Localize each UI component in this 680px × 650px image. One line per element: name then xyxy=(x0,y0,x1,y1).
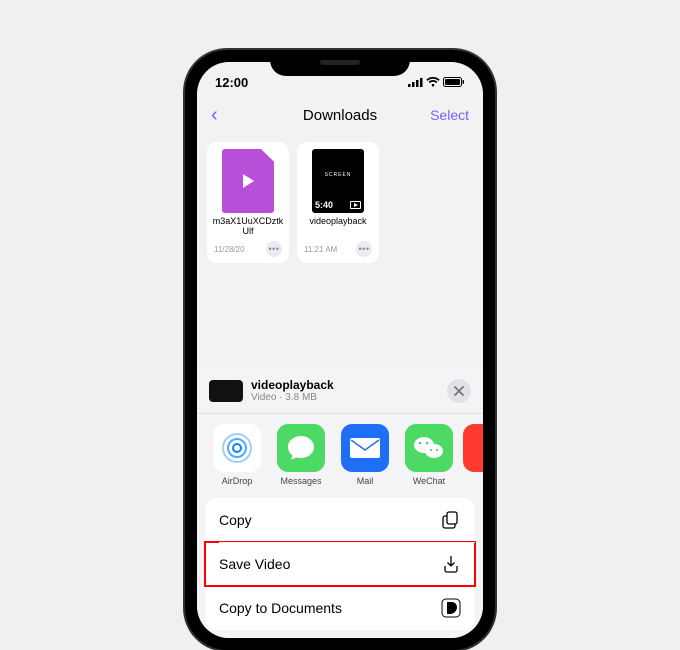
status-indicators xyxy=(408,77,465,87)
status-time: 12:00 xyxy=(215,75,248,90)
file-date: 11/28/20 xyxy=(214,245,245,254)
app-label: AirDrop xyxy=(207,476,267,486)
wechat-icon xyxy=(405,424,453,472)
close-icon xyxy=(454,386,464,396)
app-mail[interactable]: Mail xyxy=(335,424,395,486)
messages-icon xyxy=(277,424,325,472)
mail-icon xyxy=(341,424,389,472)
app-label: Mail xyxy=(335,476,395,486)
action-label: Save Video xyxy=(219,556,290,572)
action-list: Copy Save Video Copy to Documents xyxy=(205,498,475,630)
airdrop-icon xyxy=(213,424,261,472)
signal-icon xyxy=(408,77,423,87)
back-button[interactable]: ‹ xyxy=(211,104,218,127)
wifi-icon xyxy=(426,77,440,87)
phone-notch xyxy=(270,50,410,76)
page-title: Downloads xyxy=(303,107,377,124)
more-button[interactable]: ••• xyxy=(356,241,372,257)
file-item[interactable]: m3aX1UuXCDztkUlf 11/28/20 ••• xyxy=(207,142,289,263)
documents-app-icon xyxy=(441,598,461,618)
copy-action[interactable]: Copy xyxy=(205,498,475,542)
copy-to-documents-action[interactable]: Copy to Documents xyxy=(205,586,475,630)
nav-bar: ‹ Downloads Select xyxy=(197,96,483,134)
close-button[interactable] xyxy=(447,379,471,403)
video-thumbnail: SCREEN 5:40 xyxy=(312,149,364,213)
phone-frame: 12:00 ‹ Downloads Select m3aX1UuXCDztkUl… xyxy=(185,50,495,650)
share-subtitle: Video · 3.8 MB xyxy=(251,392,447,403)
app-wechat[interactable]: WeChat xyxy=(399,424,459,486)
play-icon xyxy=(350,201,361,209)
share-sheet: videoplayback Video · 3.8 MB AirDrop xyxy=(197,366,483,638)
share-title: videoplayback xyxy=(251,378,447,392)
battery-icon xyxy=(443,77,465,87)
share-header: videoplayback Video · 3.8 MB xyxy=(197,374,483,414)
file-item[interactable]: SCREEN 5:40 videoplayback 11:21 AM ••• xyxy=(297,142,379,263)
app-label: Messages xyxy=(271,476,331,486)
select-button[interactable]: Select xyxy=(430,107,469,123)
partial-app-icon xyxy=(463,424,483,472)
action-label: Copy to Documents xyxy=(219,600,342,616)
app-messages[interactable]: Messages xyxy=(271,424,331,486)
file-date: 11:21 AM xyxy=(304,245,337,254)
share-apps-row[interactable]: AirDrop Messages Mail xyxy=(197,414,483,498)
more-button[interactable]: ••• xyxy=(266,241,282,257)
action-label: Copy xyxy=(219,512,252,528)
file-name: videoplayback xyxy=(302,217,374,237)
file-name: m3aX1UuXCDztkUlf xyxy=(212,217,284,237)
share-thumbnail xyxy=(209,380,243,402)
copy-icon xyxy=(441,510,461,530)
download-icon xyxy=(441,554,461,574)
video-file-icon xyxy=(222,149,274,213)
video-duration: 5:40 xyxy=(315,200,333,210)
app-label: WeChat xyxy=(399,476,459,486)
phone-screen: 12:00 ‹ Downloads Select m3aX1UuXCDztkUl… xyxy=(197,62,483,638)
app-partial[interactable] xyxy=(463,424,483,486)
app-airdrop[interactable]: AirDrop xyxy=(207,424,267,486)
files-grid: m3aX1UuXCDztkUlf 11/28/20 ••• SCREEN 5:4… xyxy=(197,134,483,271)
save-video-action[interactable]: Save Video xyxy=(205,542,475,586)
